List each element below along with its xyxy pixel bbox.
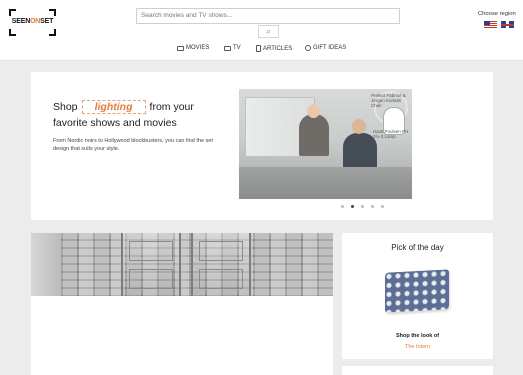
desk [239,167,412,199]
hero-rotating-word[interactable]: lighting [81,100,146,114]
door-panel [129,269,173,289]
door-image [121,233,181,296]
actor-head [352,119,366,134]
hero-section: Shop lighting from your favorite shows and… [31,72,493,220]
carousel-dot[interactable] [341,205,344,208]
carousel-dot[interactable] [381,205,384,208]
main-nav: MOVIES TV ARTICLES GIFT IDEAS [0,45,523,55]
document-icon [256,45,261,52]
hero-slide-image[interactable]: Prefect Fabricé & Jergen Korlatin Chair … [239,89,412,199]
region-label: Choose region [478,11,516,17]
logo-corner [49,29,56,36]
banner-image [31,233,333,296]
secondary-card [342,366,493,375]
logo-corner [9,29,16,36]
logo-corner [9,9,16,16]
nav-gift-ideas[interactable]: GIFT IDEAS [305,45,346,51]
nav-label: GIFT IDEAS [313,45,347,51]
actor-figure [343,133,377,169]
slide-caption[interactable]: Prefect Fabricé & Jergen Korlatin Chair [371,93,411,108]
uk-flag-icon[interactable] [501,21,514,28]
nav-tv[interactable]: TV [224,45,241,51]
logo-text: SEENONSET [11,18,54,25]
door-panel [199,241,243,261]
nav-articles[interactable]: ARTICLES [256,45,292,52]
show-title-link[interactable]: The Intern [342,344,493,350]
hero-title-start: Shop [53,101,78,113]
film-icon [177,45,184,51]
nav-label: ARTICLES [263,45,293,52]
pillow-product-image[interactable] [385,269,449,313]
door-image [191,233,251,296]
seenonset-logo[interactable]: SEENONSET [9,9,56,36]
door-panel [199,269,243,289]
site-header: SEENONSET Search movies and TV shows... … [0,0,523,61]
slide-caption[interactable]: Hack Poulsen PH 3½-3 Lamp [373,129,411,139]
nav-movies[interactable]: MOVIES [177,45,209,51]
search-icon: ⌕ [266,27,271,36]
pick-of-the-day-card[interactable]: Pick of the day Shop the look of The Int… [342,233,493,359]
gift-icon [305,45,311,51]
logo-corner [49,9,56,16]
search-input[interactable]: Search movies and TV shows... [136,8,400,24]
carousel-dot-active[interactable] [351,205,354,208]
nav-label: MOVIES [186,45,210,51]
carousel-dots [341,205,384,208]
carousel-dot[interactable] [361,205,364,208]
tv-icon [224,45,231,51]
feature-banner[interactable] [31,233,333,375]
hero-subtitle: From Nordic noirs to Hollywood blockbust… [53,138,213,152]
carousel-dot[interactable] [371,205,374,208]
actor-head [307,104,320,118]
search-button[interactable]: ⌕ [258,25,279,38]
actor-figure [299,114,329,156]
us-flag-icon[interactable] [484,21,497,28]
hero-title: Shop lighting from your favorite shows and… [53,99,223,131]
shop-the-look-label: Shop the look of [395,333,440,339]
door-panel [129,241,173,261]
nav-label: TV [233,45,241,51]
pick-title: Pick of the day [391,243,444,252]
